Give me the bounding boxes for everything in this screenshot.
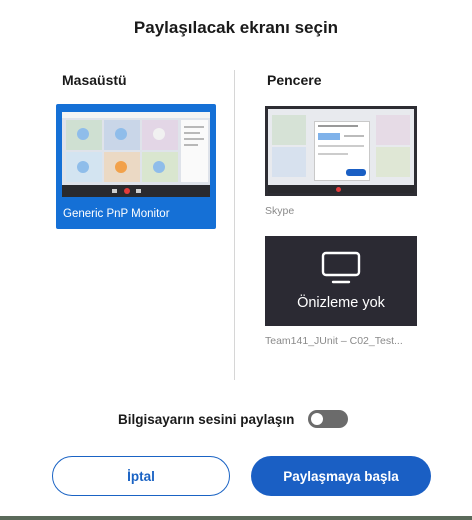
desktop-tile-label: Generic PnP Monitor (63, 208, 170, 220)
desktop-thumbnail (62, 112, 210, 197)
share-audio-toggle[interactable] (308, 410, 349, 428)
toggle-knob (311, 413, 324, 425)
dialog-title: Paylaşılacak ekranı seçin (133, 18, 339, 37)
window-heading: Pencere (267, 72, 322, 88)
window-tile-team141[interactable]: Önizleme yok Team141_JUnit – C02_Test... (265, 236, 417, 347)
monitor-icon (321, 251, 361, 284)
desktop-heading: Masaüstü (62, 72, 127, 88)
window-tile-label: Skype (265, 205, 295, 217)
no-preview-text: Önizleme yok (297, 295, 385, 311)
window-tile-label: Team141_JUnit – C02_Test... (265, 335, 403, 347)
no-preview-thumbnail: Önizleme yok (265, 236, 417, 326)
cancel-button[interactable]: İptal (52, 456, 230, 496)
bottom-edge-strip (0, 516, 472, 520)
window-tile-skype[interactable]: Skype (265, 106, 417, 217)
desktop-tile-generic-pnp-monitor[interactable]: Generic PnP Monitor (56, 104, 216, 229)
share-audio-label: Bilgisayarın sesini paylaşın (118, 411, 295, 427)
column-divider (234, 70, 235, 380)
start-sharing-button[interactable]: Paylaşmaya başla (251, 456, 431, 496)
skype-thumbnail (265, 106, 417, 196)
share-audio-row: Bilgisayarın sesini paylaşın (118, 410, 349, 428)
